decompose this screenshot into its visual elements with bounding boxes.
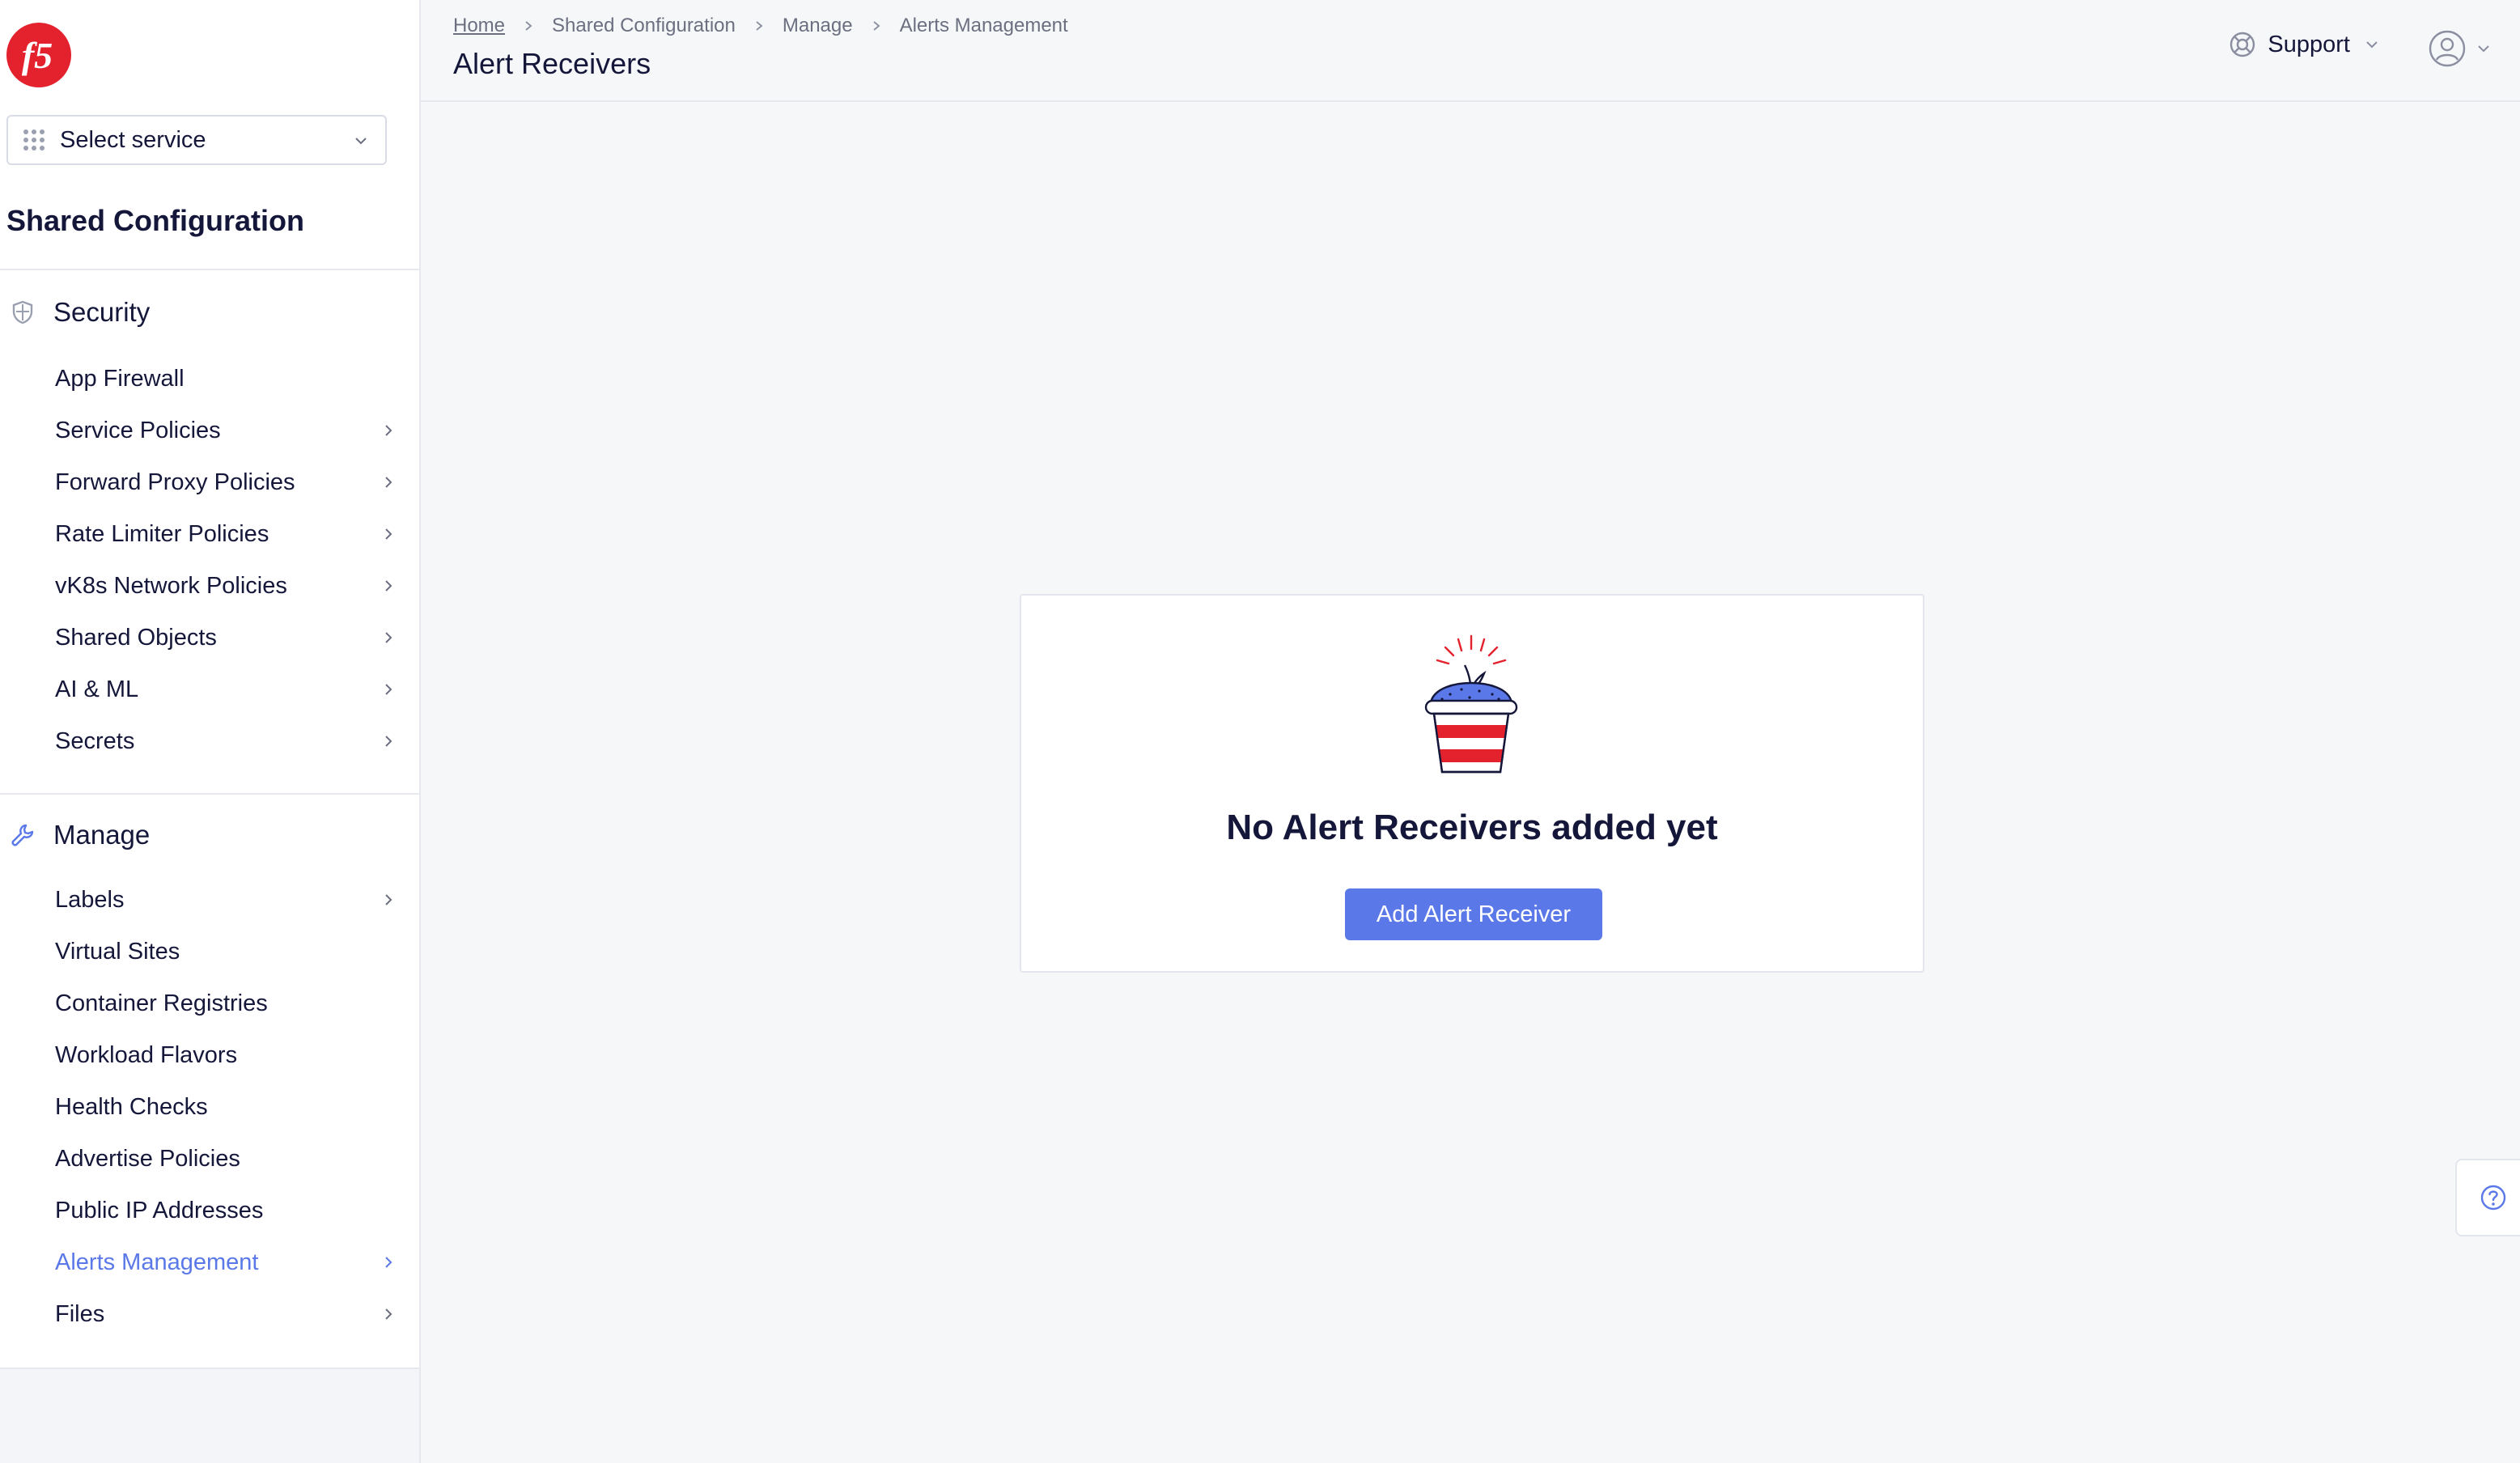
sidebar-item-advertise-policies[interactable]: Advertise Policies <box>0 1134 419 1183</box>
chevron-right-icon <box>385 425 392 436</box>
wrench-icon <box>11 824 34 846</box>
sidebar-item-label: Advertise Policies <box>55 1145 240 1172</box>
sidebar-item-label: Secrets <box>55 727 135 754</box>
help-circle-icon <box>2480 1185 2506 1211</box>
service-select-label: Select service <box>60 126 206 153</box>
sidebar-item-container-registries[interactable]: Container Registries <box>0 979 419 1028</box>
svg-text:f5: f5 <box>22 35 53 76</box>
sidebar: f5 Select service Shared Configuration S… <box>0 0 421 1463</box>
shield-icon <box>12 300 33 324</box>
chevron-right-icon <box>385 894 392 905</box>
service-select[interactable]: Select service <box>6 115 387 165</box>
chevron-right-icon <box>385 528 392 540</box>
chevron-right-icon <box>385 477 392 488</box>
sidebar-item-label: Container Registries <box>55 990 268 1016</box>
sidebar-item-label: Rate Limiter Policies <box>55 520 269 547</box>
support-label: Support <box>2268 31 2350 57</box>
add-alert-receiver-button[interactable]: Add Alert Receiver <box>1345 888 1602 940</box>
sidebar-item-label: Alerts Management <box>55 1249 259 1275</box>
chevron-right-icon <box>756 21 763 31</box>
empty-state-card: No Alert Receivers added yet Add Alert R… <box>1020 594 1924 973</box>
sidebar-item-rate-limiter-policies[interactable]: Rate Limiter Policies <box>0 510 419 558</box>
chevron-down-icon <box>2478 45 2489 53</box>
section-title: Shared Configuration <box>6 204 304 237</box>
breadcrumb-alerts-management: Alerts Management <box>899 15 1068 36</box>
group-manage: Manage <box>0 812 419 858</box>
grid-dots-icon <box>23 129 45 151</box>
sidebar-footer <box>0 1368 419 1463</box>
chevron-right-icon <box>385 684 392 695</box>
sidebar-item-label: Health Checks <box>55 1093 208 1120</box>
sidebar-item-ai-ml[interactable]: AI & ML <box>0 665 419 714</box>
group-title: Security <box>53 297 151 327</box>
chevron-right-icon <box>385 736 392 747</box>
group-title: Manage <box>53 820 151 850</box>
breadcrumb-home[interactable]: Home <box>453 15 505 37</box>
chevron-right-icon <box>873 21 880 31</box>
sidebar-item-app-firewall[interactable]: App Firewall <box>0 354 419 403</box>
sidebar-item-files[interactable]: Files <box>0 1290 419 1338</box>
sidebar-item-label: Public IP Addresses <box>55 1197 264 1223</box>
sidebar-item-label: Workload Flavors <box>55 1041 238 1068</box>
sidebar-item-label: vK8s Network Policies <box>55 572 287 599</box>
sidebar-item-forward-proxy-policies[interactable]: Forward Proxy Policies <box>0 458 419 507</box>
sidebar-item-shared-objects[interactable]: Shared Objects <box>0 613 419 662</box>
chevron-right-icon <box>525 21 532 31</box>
sidebar-item-alerts-management[interactable]: Alerts Management <box>0 1238 419 1287</box>
sidebar-item-vk8s-network-policies[interactable]: vK8s Network Policies <box>0 562 419 610</box>
chevron-right-icon <box>385 1257 392 1268</box>
chevron-right-icon <box>385 632 392 643</box>
divider <box>0 793 419 795</box>
divider <box>0 269 419 270</box>
sidebar-item-secrets[interactable]: Secrets <box>0 717 419 765</box>
sidebar-item-service-policies[interactable]: Service Policies <box>0 406 419 455</box>
sidebar-item-label: Virtual Sites <box>55 938 180 965</box>
chevron-right-icon <box>385 1308 392 1320</box>
page-header: Home Shared Configuration Manage Alerts … <box>421 0 2520 102</box>
empty-state-title: No Alert Receivers added yet <box>1226 808 1718 847</box>
lifebuoy-icon <box>2230 32 2255 57</box>
sidebar-item-public-ip-addresses[interactable]: Public IP Addresses <box>0 1186 419 1235</box>
plant-pot-illustration <box>1424 634 1518 774</box>
sidebar-item-label: Labels <box>55 886 125 913</box>
sidebar-item-label: Service Policies <box>55 417 221 443</box>
page-title: Alert Receivers <box>453 47 651 80</box>
sidebar-item-health-checks[interactable]: Health Checks <box>0 1083 419 1131</box>
user-avatar-icon <box>2429 30 2466 67</box>
sidebar-item-labels[interactable]: Labels <box>0 876 419 924</box>
breadcrumb-shared-configuration: Shared Configuration <box>552 15 736 36</box>
breadcrumb-manage: Manage <box>782 15 853 36</box>
chevron-down-icon <box>2366 41 2378 49</box>
breadcrumb: Home Shared Configuration Manage Alerts … <box>453 15 1068 37</box>
app-root: f5 Select service Shared Configuration S… <box>0 0 2520 1463</box>
chevron-right-icon <box>385 580 392 592</box>
sidebar-item-label: Files <box>55 1300 105 1327</box>
group-security: Security <box>0 290 419 335</box>
help-button[interactable] <box>2455 1159 2520 1236</box>
sidebar-item-virtual-sites[interactable]: Virtual Sites <box>0 927 419 976</box>
f5-logo[interactable]: f5 <box>5 21 73 89</box>
sidebar-item-label: App Firewall <box>55 365 185 392</box>
sidebar-item-workload-flavors[interactable]: Workload Flavors <box>0 1031 419 1079</box>
support-menu[interactable]: Support <box>2229 31 2379 58</box>
sidebar-item-label: AI & ML <box>55 676 139 702</box>
sidebar-item-label: Shared Objects <box>55 624 217 651</box>
user-menu[interactable] <box>2428 29 2491 68</box>
chevron-down-icon <box>355 138 367 145</box>
sidebar-item-label: Forward Proxy Policies <box>55 469 295 495</box>
